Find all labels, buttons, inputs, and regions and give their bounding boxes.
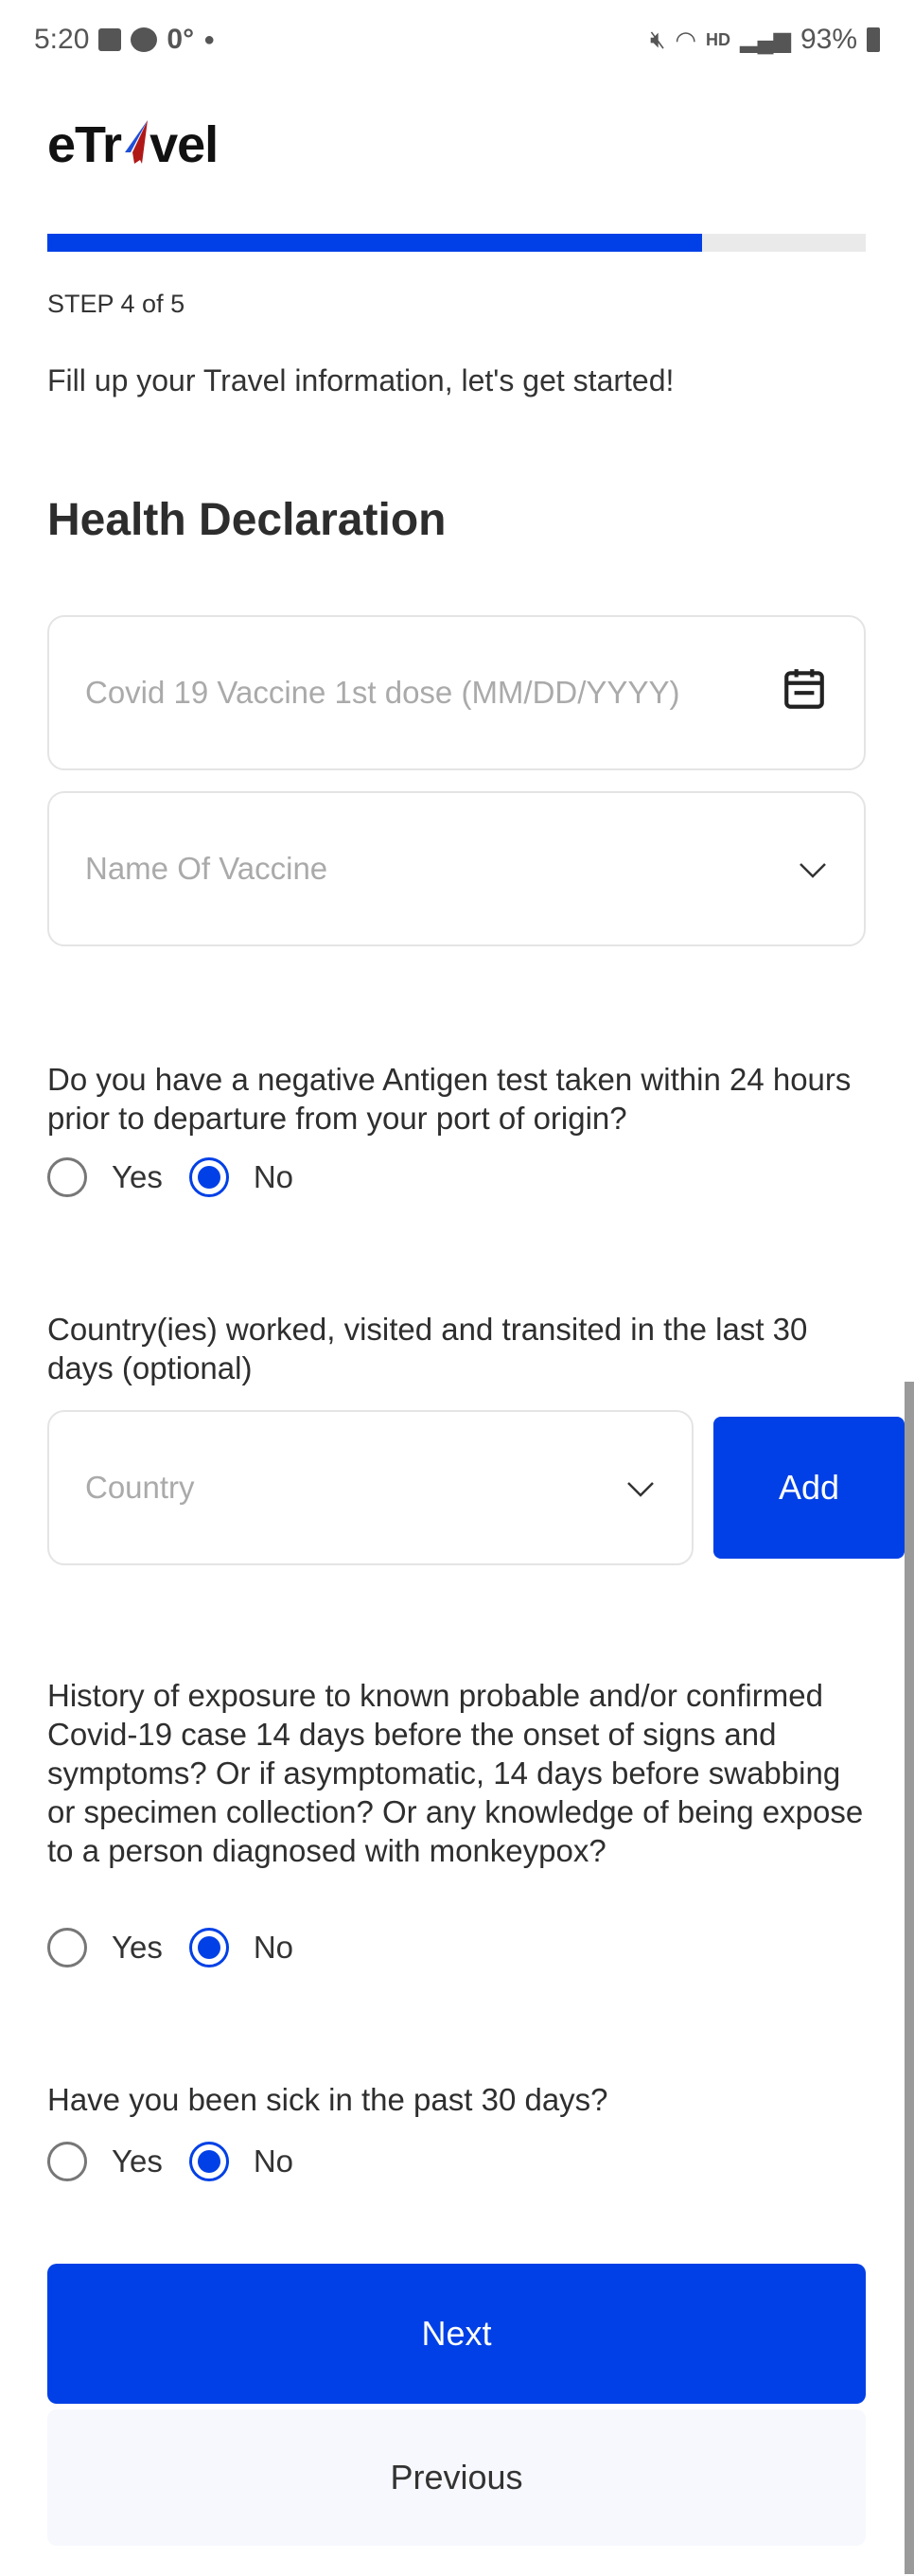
section-title: Health Declaration bbox=[47, 495, 447, 545]
etravel-logo: eTr vel bbox=[47, 116, 219, 173]
previous-button[interactable]: Previous bbox=[47, 2409, 866, 2546]
sick-yes-radio[interactable] bbox=[47, 2142, 87, 2181]
antigen-yes-radio[interactable] bbox=[47, 1157, 87, 1197]
gallery-icon bbox=[98, 28, 122, 51]
vaccine-date-placeholder: Covid 19 Vaccine 1st dose (MM/DD/YYYY) bbox=[85, 675, 680, 710]
mute-icon: 🔇︎ bbox=[649, 25, 666, 53]
wifi-icon: ◠ bbox=[675, 25, 697, 54]
sick-question: Have you been sick in the past 30 days? bbox=[47, 2082, 608, 2117]
vaccine-name-placeholder: Name Of Vaccine bbox=[85, 851, 328, 886]
intro-text: Fill up your Travel information, let's g… bbox=[47, 363, 675, 397]
hd-voice-icon: HD bbox=[706, 29, 731, 49]
antigen-question: Do you have a negative Antigen test take… bbox=[47, 1062, 852, 1136]
next-button[interactable]: Next bbox=[47, 2264, 866, 2404]
exposure-question: History of exposure to known probable an… bbox=[47, 1678, 864, 1868]
status-time: 5:20 bbox=[34, 24, 90, 55]
battery-icon bbox=[867, 27, 880, 52]
calendar-icon[interactable] bbox=[781, 665, 828, 720]
exposure-no-radio[interactable] bbox=[188, 1928, 229, 1967]
talk-icon bbox=[131, 27, 158, 52]
chevron-down-icon bbox=[798, 851, 828, 887]
dot-icon: ● bbox=[203, 28, 216, 50]
sick-no-radio[interactable] bbox=[188, 2142, 229, 2181]
yes-label: Yes bbox=[112, 1159, 163, 1194]
battery-level: 93% bbox=[800, 24, 857, 55]
progress-bar bbox=[47, 234, 866, 252]
no-label: No bbox=[253, 1159, 294, 1194]
status-temp: 0° bbox=[167, 24, 195, 55]
vaccine-date-input[interactable]: Covid 19 Vaccine 1st dose (MM/DD/YYYY) bbox=[47, 615, 866, 770]
progress-fill bbox=[47, 234, 702, 252]
no-label: No bbox=[253, 1930, 294, 1965]
chevron-down-icon bbox=[625, 1470, 656, 1506]
status-bar: 5:20 0° ● 🔇︎ ◠ HD ▂▄▆ 93% bbox=[34, 19, 880, 61]
scrollbar[interactable] bbox=[905, 1382, 914, 2574]
signal-icon: ▂▄▆ bbox=[740, 26, 791, 53]
antigen-radio-group: Yes No bbox=[47, 1157, 320, 1197]
step-label: STEP 4 of 5 bbox=[47, 290, 185, 318]
yes-label: Yes bbox=[112, 1930, 163, 1965]
country-question: Country(ies) worked, visited and transit… bbox=[47, 1312, 808, 1385]
yes-label: Yes bbox=[112, 2144, 163, 2179]
antigen-no-radio[interactable] bbox=[188, 1157, 229, 1197]
sick-radio-group: Yes No bbox=[47, 2142, 320, 2181]
exposure-radio-group: Yes No bbox=[47, 1928, 320, 1967]
exposure-yes-radio[interactable] bbox=[47, 1928, 87, 1967]
country-placeholder: Country bbox=[85, 1470, 195, 1505]
country-select[interactable]: Country bbox=[47, 1410, 694, 1565]
no-label: No bbox=[253, 2144, 294, 2179]
add-country-button[interactable]: Add bbox=[713, 1417, 905, 1559]
vaccine-name-select[interactable]: Name Of Vaccine bbox=[47, 791, 866, 946]
